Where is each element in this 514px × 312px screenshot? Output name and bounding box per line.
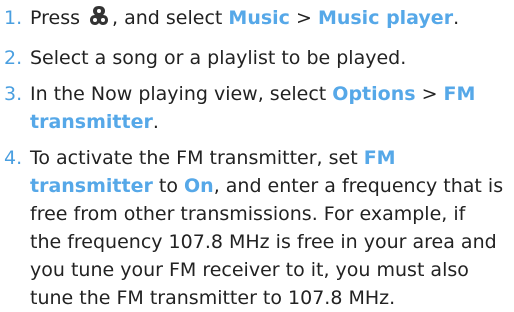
ui-label-music-player: Music player <box>317 7 454 29</box>
step-number: 2. <box>4 47 23 69</box>
step-line: tune the FM transmitter to 107.8 MHz. <box>30 287 396 309</box>
ui-label-transmitter: transmitter <box>30 111 153 133</box>
step-number: 1. <box>4 7 23 29</box>
ui-label-fm: FM <box>443 83 476 105</box>
step-number: 3. <box>4 83 23 105</box>
separator: > <box>415 83 444 105</box>
step-line: the frequency 107.8 MHz is free in your … <box>30 231 497 253</box>
step-text: To activate the FM transmitter, set <box>30 147 364 169</box>
instruction-list: 1. Press , and select Music > Music play… <box>0 0 514 312</box>
step-text: In the Now playing view, select <box>30 83 333 105</box>
step-text: , and enter a frequency that is <box>213 175 504 197</box>
ui-label-options: Options <box>332 83 416 105</box>
step-line: To activate the FM transmitter, set FM <box>30 144 514 172</box>
step-number: 4. <box>4 147 23 169</box>
ui-label-transmitter: transmitter <box>30 175 153 197</box>
list-item: 4. To activate the FM transmitter, set F… <box>0 144 514 312</box>
step-line: free from other transmissions. For examp… <box>30 203 466 225</box>
ui-label-fm: FM <box>363 147 396 169</box>
step-text: Select a song or a playlist to be played… <box>30 47 407 69</box>
step-line: transmitter to On, and enter a frequency… <box>30 172 514 200</box>
step-text: , and select <box>112 7 229 29</box>
list-item: 3. In the Now playing view, select Optio… <box>0 80 514 136</box>
ui-label-music: Music <box>228 7 290 29</box>
step-text: . <box>152 111 159 133</box>
step-line: you tune your FM receiver to it, you mus… <box>30 259 469 281</box>
step-text: to <box>152 175 184 197</box>
menu-key-icon <box>88 4 110 36</box>
separator: > <box>289 7 318 29</box>
step-text: . <box>453 7 460 29</box>
step-line: In the Now playing view, select Options … <box>30 80 514 108</box>
step-text: Press <box>30 7 87 29</box>
list-item: 1. Press , and select Music > Music play… <box>0 0 514 36</box>
list-item: 2. Select a song or a playlist to be pla… <box>0 44 514 72</box>
step-line: transmitter. <box>30 108 514 136</box>
ui-label-on: On <box>184 175 214 197</box>
